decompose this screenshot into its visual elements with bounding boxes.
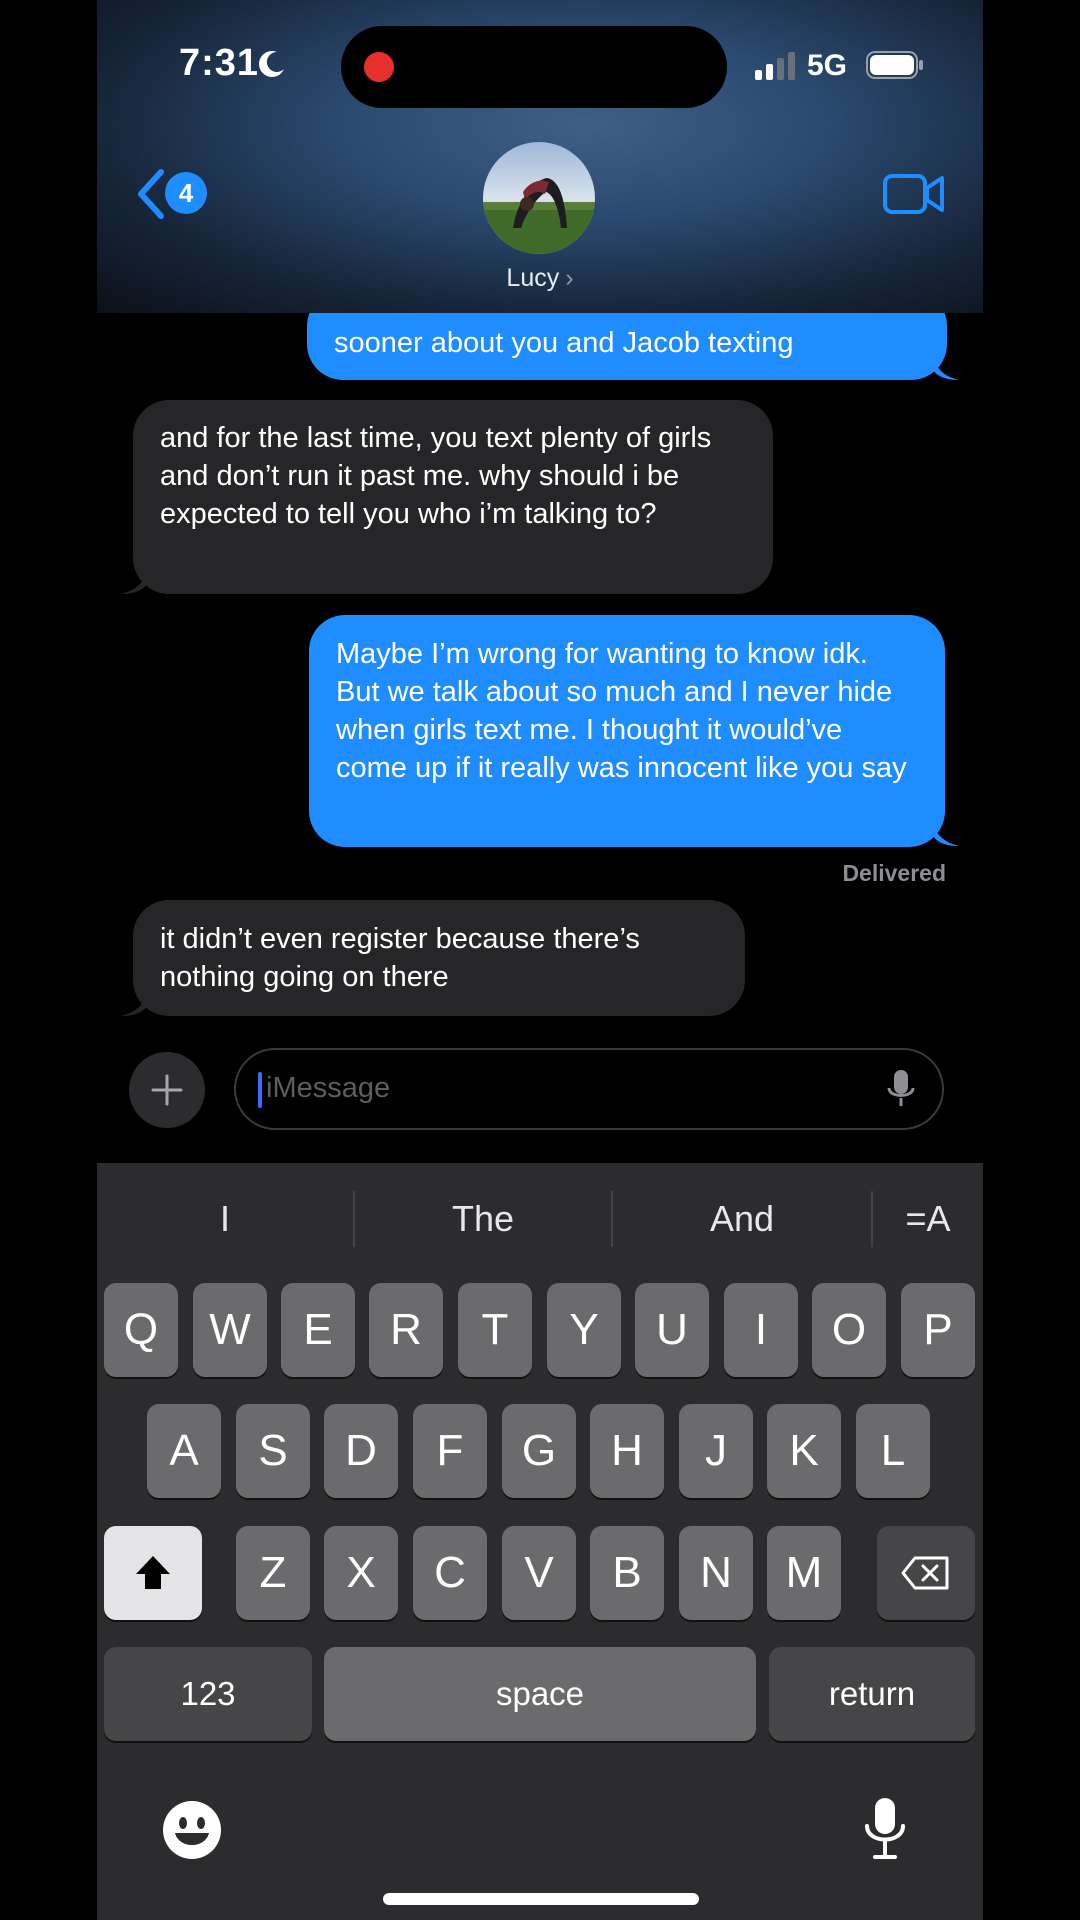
numbers-key[interactable]: 123: [104, 1647, 312, 1741]
bubble-tail: [933, 820, 959, 846]
key-w[interactable]: W: [193, 1283, 267, 1377]
key-y[interactable]: Y: [547, 1283, 621, 1377]
battery-icon: [866, 51, 923, 79]
key-c[interactable]: C: [413, 1526, 487, 1620]
key-m[interactable]: M: [767, 1526, 841, 1620]
key-a[interactable]: A: [147, 1404, 221, 1498]
delete-key[interactable]: [877, 1526, 975, 1620]
bubble-tail: [933, 354, 959, 380]
apps-plus-button[interactable]: [129, 1052, 205, 1128]
key-p[interactable]: P: [901, 1283, 975, 1377]
key-e[interactable]: E: [281, 1283, 355, 1377]
message-text: Maybe I’m wrong for wanting to know idk.…: [336, 638, 907, 784]
key-d[interactable]: D: [324, 1404, 398, 1498]
bubble-tail: [121, 568, 147, 594]
writing-tools-button[interactable]: =A: [873, 1193, 983, 1245]
message-bubble-incoming[interactable]: it didn’t even register because there’s …: [133, 900, 745, 1016]
message-bubble-incoming[interactable]: and for the last time, you text plenty o…: [133, 400, 773, 594]
key-o[interactable]: O: [812, 1283, 886, 1377]
signal-icon: [755, 52, 795, 80]
message-input[interactable]: iMessage: [234, 1048, 944, 1130]
suggestion-2[interactable]: The: [355, 1193, 611, 1245]
key-l[interactable]: L: [856, 1404, 930, 1498]
message-placeholder: iMessage: [266, 1072, 391, 1104]
suggestion-3[interactable]: And: [613, 1193, 871, 1245]
keyboard: I The And =A Q W E R T Y U I O P A S D F…: [97, 1163, 983, 1920]
shift-key[interactable]: [104, 1526, 202, 1620]
return-key[interactable]: return: [769, 1647, 975, 1741]
network-label: 5G: [807, 49, 848, 82]
chevron-left-icon: [138, 169, 164, 219]
key-q[interactable]: Q: [104, 1283, 178, 1377]
keyboard-dictation-mic-icon[interactable]: [863, 1796, 907, 1860]
key-k[interactable]: K: [767, 1404, 841, 1498]
key-g[interactable]: G: [502, 1404, 576, 1498]
message-text: sooner about you and Jacob texting: [334, 327, 794, 359]
key-h[interactable]: H: [590, 1404, 664, 1498]
phone-screen: sooner about you and Jacob texting and f…: [97, 0, 983, 1920]
avatar-photo: [483, 142, 595, 254]
unread-count-badge[interactable]: 4: [165, 172, 207, 214]
message-text: and for the last time, you text plenty o…: [160, 422, 712, 530]
emoji-icon[interactable]: [161, 1799, 223, 1861]
key-v[interactable]: V: [502, 1526, 576, 1620]
delete-backspace-icon: [901, 1556, 949, 1590]
key-u[interactable]: U: [635, 1283, 709, 1377]
status-time: 7:31: [179, 42, 260, 84]
key-b[interactable]: B: [590, 1526, 664, 1620]
key-r[interactable]: R: [369, 1283, 443, 1377]
contact-avatar[interactable]: [483, 142, 595, 254]
key-f[interactable]: F: [413, 1404, 487, 1498]
key-j[interactable]: J: [679, 1404, 753, 1498]
delivered-status: Delivered: [842, 860, 946, 886]
key-i[interactable]: I: [724, 1283, 798, 1377]
key-n[interactable]: N: [679, 1526, 753, 1620]
key-t[interactable]: T: [458, 1283, 532, 1377]
key-s[interactable]: S: [236, 1404, 310, 1498]
key-x[interactable]: X: [324, 1526, 398, 1620]
message-bubble-outgoing[interactable]: Maybe I’m wrong for wanting to know idk.…: [309, 615, 945, 847]
moon-icon: [259, 51, 284, 77]
conversation-header: 7:31 5G 4 Lucy ›: [97, 0, 983, 313]
recording-dot-icon: [364, 52, 394, 82]
contact-name-label: Lucy: [506, 264, 560, 292]
text-cursor: [258, 1072, 262, 1108]
suggestion-1[interactable]: I: [97, 1193, 353, 1245]
shift-arrow-icon: [136, 1556, 170, 1589]
plus-icon: [151, 1074, 183, 1106]
contact-name[interactable]: Lucy ›: [97, 264, 983, 293]
chevron-right-icon: ›: [565, 264, 574, 292]
home-indicator[interactable]: [383, 1893, 699, 1905]
bubble-tail: [121, 990, 147, 1016]
message-text: it didn’t even register because there’s …: [160, 923, 640, 993]
dictation-mic-icon[interactable]: [886, 1068, 916, 1110]
key-z[interactable]: Z: [236, 1526, 310, 1620]
video-call-icon[interactable]: [883, 172, 945, 216]
dynamic-island: [341, 26, 727, 108]
space-key[interactable]: space: [324, 1647, 756, 1741]
